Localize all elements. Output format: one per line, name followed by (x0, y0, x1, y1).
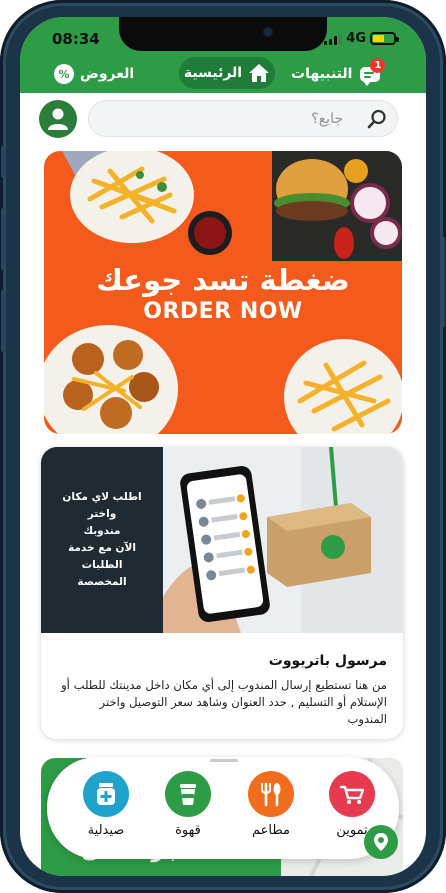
battery-icon (370, 32, 399, 45)
basket-icon (329, 771, 375, 817)
search-icon[interactable] (367, 109, 387, 129)
sheet-handle[interactable] (210, 759, 238, 762)
status-indicators: 4G (324, 31, 399, 46)
silent-switch (1, 146, 6, 178)
power-button (440, 236, 445, 328)
courier-card-description: من هنا تستطيع إرسال المندوب إلى أي مكان … (61, 678, 387, 726)
category-restaurants[interactable]: مطاعم (236, 771, 306, 838)
search-bar[interactable] (88, 100, 398, 137)
location-pin-icon[interactable] (364, 825, 398, 859)
courier-card-title: مرسول باتريووت (268, 653, 387, 669)
overlay-line-3: الآن مع خدمة الطلبات (68, 542, 136, 571)
category-pharmacy-label: صيدلية (87, 823, 125, 838)
courier-overlay-text: اطلب لاي مكان واختر مندوبك الآن مع خدمة … (41, 447, 163, 633)
courier-service-card[interactable]: اطلب لاي مكان واختر مندوبك الآن مع خدمة … (41, 447, 403, 739)
nav-offers-label: العروض (80, 66, 135, 82)
status-time: 08:34 (52, 30, 100, 48)
category-pharmacy[interactable]: صيدلية (71, 771, 141, 838)
coffee-cup-icon (165, 771, 211, 817)
notification-badge: 1 (370, 58, 386, 73)
courier-card-image: اطلب لاي مكان واختر مندوبك الآن مع خدمة … (41, 447, 403, 633)
search-input[interactable] (103, 101, 343, 136)
overlay-line-4: المخصصة (77, 576, 127, 588)
food-promo-banner[interactable]: ضغطة تسد جوعك ORDER NOW (44, 151, 402, 434)
category-coffee-label: قهوة (175, 823, 201, 838)
nav-home[interactable]: الرئيسية (179, 57, 275, 89)
signal-icon (324, 32, 343, 45)
app-screen: 08:34 4G % العروض الرئيسية التنبيهات 1 ج… (20, 17, 426, 876)
volume-down-button (1, 290, 6, 352)
network-label: 4G (346, 31, 366, 46)
overlay-line-1: اطلب لاي مكان واختر (62, 491, 142, 520)
user-icon (48, 108, 68, 130)
category-coffee[interactable]: قهوة (153, 771, 223, 838)
nav-notifications-label: التنبيهات (291, 66, 353, 82)
pharmacy-icon (83, 771, 129, 817)
nav-offers[interactable]: % العروض (54, 64, 134, 84)
fork-spoon-icon (248, 771, 294, 817)
chat-bubble-icon: 1 (358, 58, 386, 86)
volume-up-button (1, 208, 6, 270)
front-camera (262, 26, 274, 38)
home-icon (249, 64, 270, 82)
notch (119, 17, 327, 51)
category-restaurants-label: مطاعم (252, 823, 290, 838)
nav-home-label: الرئيسية (183, 65, 243, 81)
banner-headline-ar: ضغطة تسد جوعك (96, 263, 350, 297)
top-header: 08:34 4G % العروض الرئيسية التنبيهات 1 (20, 17, 426, 93)
nav-notifications[interactable]: التنبيهات 1 (291, 58, 386, 86)
category-bar: تموين مطاعم قهوة صيدلية (47, 757, 399, 859)
banner-headline-en: ORDER NOW (143, 299, 303, 324)
profile-avatar[interactable] (39, 100, 77, 138)
percent-icon: % (54, 64, 74, 84)
overlay-line-2: مندوبك (83, 525, 121, 537)
